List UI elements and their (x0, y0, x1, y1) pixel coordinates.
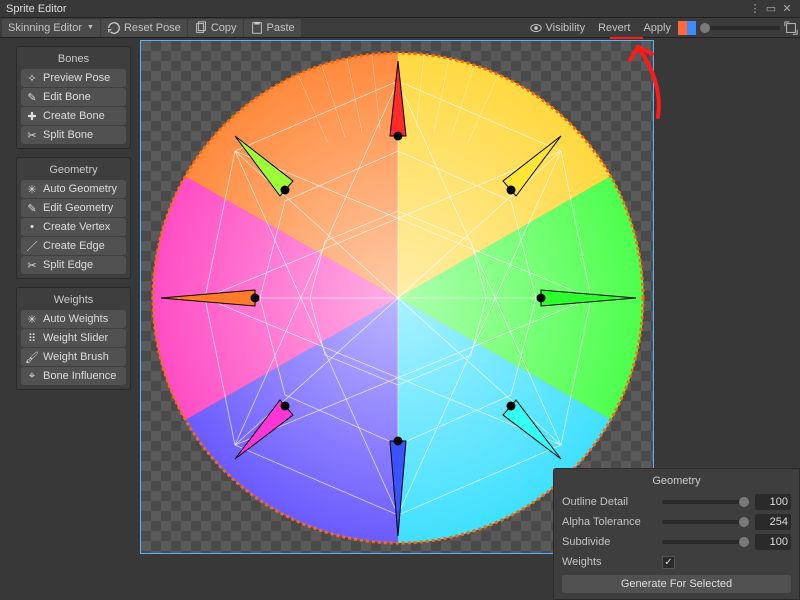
subdivide-slider[interactable] (662, 540, 749, 544)
weights-panel: Weights ✳Auto Weights ⠿Weight Slider 🖌We… (16, 287, 131, 390)
create-vertex-icon: • (25, 220, 39, 234)
auto-geometry-button[interactable]: ✳Auto Geometry (21, 180, 126, 198)
subdivide-label: Subdivide (562, 536, 662, 548)
revert-button[interactable]: Revert (592, 19, 636, 37)
create-bone-icon: ✚ (25, 109, 39, 123)
weights-checkbox[interactable]: ✓ (662, 556, 675, 569)
geometry-title: Geometry (21, 162, 126, 180)
menu-icon[interactable]: ⋮ (748, 2, 762, 16)
create-edge-icon: ／ (25, 239, 39, 253)
weight-slider-icon: ⠿ (25, 331, 39, 345)
alpha-tolerance-value[interactable]: 254 (755, 514, 791, 530)
paste-button[interactable]: Paste (244, 19, 301, 37)
mode-dropdown[interactable]: Skinning Editor ▼ (2, 19, 100, 37)
weight-brush-button[interactable]: 🖌Weight Brush (21, 348, 126, 366)
auto-geometry-icon: ✳ (25, 182, 39, 196)
weight-brush-icon: 🖌 (25, 350, 39, 364)
alpha-tolerance-label: Alpha Tolerance (562, 516, 662, 528)
canvas[interactable]: Bones ✧Preview Pose ✎Edit Bone ✚Create B… (0, 38, 800, 600)
split-edge-button[interactable]: ✂Split Edge (21, 256, 126, 274)
eye-icon (529, 21, 543, 35)
zoom-fit-icon[interactable] (784, 21, 798, 35)
edit-geometry-icon: ✎ (25, 201, 39, 215)
visibility-button[interactable]: Visibility (523, 19, 592, 37)
bones-title: Bones (21, 51, 126, 69)
outline-detail-slider[interactable] (662, 500, 749, 504)
outline-detail-label: Outline Detail (562, 496, 662, 508)
outline-detail-value[interactable]: 100 (755, 494, 791, 510)
copy-button[interactable]: Copy (188, 19, 243, 37)
zoom-slider[interactable] (700, 26, 780, 30)
annotation-underline (610, 37, 643, 39)
chevron-down-icon: ▼ (87, 24, 94, 31)
geometry-settings-panel: Geometry Outline Detail 100 Alpha Tolera… (553, 468, 800, 600)
edit-bone-icon: ✎ (25, 90, 39, 104)
bone-influence-button[interactable]: ⌖Bone Influence (21, 367, 126, 385)
subdivide-value[interactable]: 100 (755, 534, 791, 550)
split-bone-button[interactable]: ✂Split Bone (21, 126, 126, 144)
window-title: Sprite Editor (6, 3, 748, 15)
undock-icon[interactable]: ▭ (764, 2, 778, 16)
generate-for-selected-button[interactable]: Generate For Selected (562, 575, 791, 593)
auto-weights-button[interactable]: ✳Auto Weights (21, 310, 126, 328)
copy-icon (194, 21, 208, 35)
color-toggle[interactable] (678, 21, 696, 35)
weights-title: Weights (21, 292, 126, 310)
create-edge-button[interactable]: ／Create Edge (21, 237, 126, 255)
geometry-panel: Geometry ✳Auto Geometry ✎Edit Geometry •… (16, 157, 131, 279)
create-bone-button[interactable]: ✚Create Bone (21, 107, 126, 125)
weight-slider-button[interactable]: ⠿Weight Slider (21, 329, 126, 347)
apply-button[interactable]: Apply (637, 19, 677, 37)
preview-pose-icon: ✧ (25, 71, 39, 85)
split-edge-icon: ✂ (25, 258, 39, 272)
alpha-tolerance-slider[interactable] (662, 520, 749, 524)
auto-weights-icon: ✳ (25, 312, 39, 326)
geometry-settings-title: Geometry (562, 475, 791, 487)
create-vertex-button[interactable]: •Create Vertex (21, 218, 126, 236)
bones-panel: Bones ✧Preview Pose ✎Edit Bone ✚Create B… (16, 46, 131, 149)
toolbar: Skinning Editor ▼ Reset Pose Copy Paste … (0, 18, 800, 38)
paste-icon (250, 21, 264, 35)
weights-checkbox-label: Weights (562, 556, 662, 568)
split-bone-icon: ✂ (25, 128, 39, 142)
edit-bone-button[interactable]: ✎Edit Bone (21, 88, 126, 106)
edit-geometry-button[interactable]: ✎Edit Geometry (21, 199, 126, 217)
reset-icon (107, 21, 121, 35)
preview-pose-button[interactable]: ✧Preview Pose (21, 69, 126, 87)
bone-influence-icon: ⌖ (25, 369, 39, 383)
titlebar: Sprite Editor ⋮ ▭ ✕ (0, 0, 800, 18)
mode-label: Skinning Editor (8, 22, 82, 34)
close-icon[interactable]: ✕ (780, 2, 794, 16)
reset-pose-button[interactable]: Reset Pose (101, 19, 187, 37)
